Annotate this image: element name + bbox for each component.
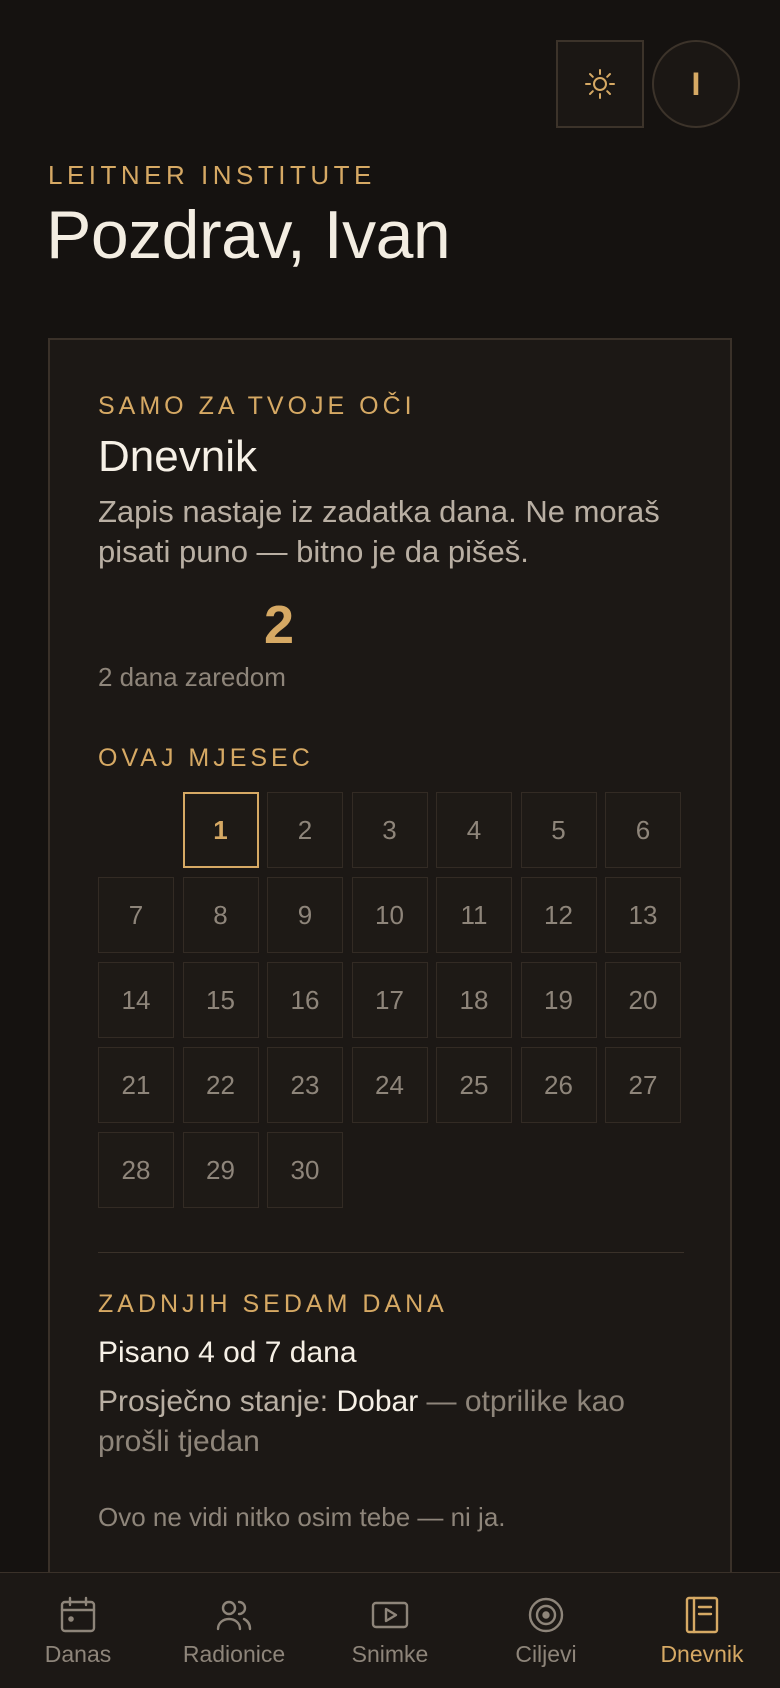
calendar-day[interactable]: 21 [98,1047,174,1123]
calendar-day[interactable]: 19 [520,962,597,1038]
people-icon [216,1600,252,1631]
calendar-day[interactable]: 26 [520,1047,597,1123]
week-mood: Prosječno stanje: Dobar — otprilike kao … [98,1382,698,1462]
page-title: Pozdrav, Ivan [46,197,451,273]
calendar-day[interactable]: 4 [436,792,512,868]
calendar-day[interactable]: 5 [520,792,597,868]
month-section-label: OVAJ MJESEC [98,744,314,772]
nav-label: Snimke [351,1641,429,1667]
avatar[interactable]: I [652,40,740,128]
nav-item-dnevnik[interactable]: Dnevnik [624,1573,780,1688]
calendar-day[interactable]: 12 [520,877,597,953]
calendar-day[interactable]: 13 [605,877,681,953]
nav-item-radionice[interactable]: Radionice [156,1573,312,1688]
card-description: Zapis nastaje iz zadatka dana. Ne moraš … [98,494,660,569]
video-icon [371,1601,409,1629]
calendar-day[interactable]: 14 [98,962,174,1038]
calendar-day[interactable]: 18 [436,962,512,1038]
bottom-nav: Danas Radionice Snimke Ciljevi Dnevnik [0,1572,780,1688]
nav-item-ciljevi[interactable]: Ciljevi [468,1573,624,1688]
calendar-day[interactable]: 2 [267,792,343,868]
streak-label: 2 dana zaredom [98,662,286,692]
calendar-icon [60,1596,96,1633]
calendar-day[interactable]: 27 [605,1047,681,1123]
sun-icon [585,69,615,99]
calendar-day[interactable]: 3 [351,792,428,868]
calendar-day[interactable]: 23 [267,1047,343,1123]
card-title: Dnevnik [98,432,257,481]
mood-prefix: Prosječno stanje: [98,1385,337,1418]
calendar-day[interactable]: 10 [351,877,428,953]
nav-label: Ciljevi [515,1641,577,1667]
calendar-day[interactable]: 6 [605,792,681,868]
privacy-note: Ovo ne vidi nitko osim tebe — ni ja. [98,1502,506,1532]
target-icon [528,1597,564,1633]
calendar-empty-cell [98,792,174,868]
week-count: Pisano 4 od 7 dana [98,1336,357,1369]
streak-count: 2 [264,595,295,655]
calendar-day[interactable]: 22 [182,1047,259,1123]
nav-label: Radionice [182,1641,286,1667]
notebook-icon [685,1596,719,1634]
week-section-label: ZADNJIH SEDAM DANA [98,1290,448,1318]
mood-value: Dobar [336,1385,419,1418]
org-name: LEITNER INSTITUTE [48,160,376,190]
calendar-day[interactable]: 20 [605,962,681,1038]
calendar-day[interactable]: 16 [267,962,343,1038]
card-eyebrow: SAMO ZA TVOJE OČI [98,392,416,420]
calendar-day-today[interactable]: 1 [182,792,259,868]
calendar-day[interactable]: 29 [182,1132,259,1208]
theme-toggle-button[interactable] [556,40,644,128]
divider [98,1252,684,1253]
calendar-day[interactable]: 15 [182,962,259,1038]
journal-card: SAMO ZA TVOJE OČI Dnevnik Zapis nastaje … [48,338,732,1688]
page: I LEITNER INSTITUTE Pozdrav, Ivan SAMO Z… [0,0,780,1688]
calendar-day[interactable]: 25 [436,1047,512,1123]
calendar-day[interactable]: 28 [98,1132,174,1208]
nav-label: Dnevnik [660,1641,744,1667]
calendar-day[interactable]: 24 [351,1047,428,1123]
calendar-day[interactable]: 7 [98,877,174,953]
month-calendar: 1 2 3 4 5 6 7 8 9 10 11 12 13 14 15 16 17 18 19 20 21 22 23 24 2… [98,792,681,1208]
calendar-day[interactable]: 17 [351,962,428,1038]
calendar-day[interactable]: 30 [267,1132,343,1208]
calendar-day[interactable]: 9 [267,877,343,953]
nav-label: Danas [44,1641,112,1667]
nav-item-snimke[interactable]: Snimke [312,1573,468,1688]
nav-item-danas[interactable]: Danas [0,1573,156,1688]
calendar-day[interactable]: 8 [182,877,259,953]
calendar-day[interactable]: 11 [436,877,512,953]
